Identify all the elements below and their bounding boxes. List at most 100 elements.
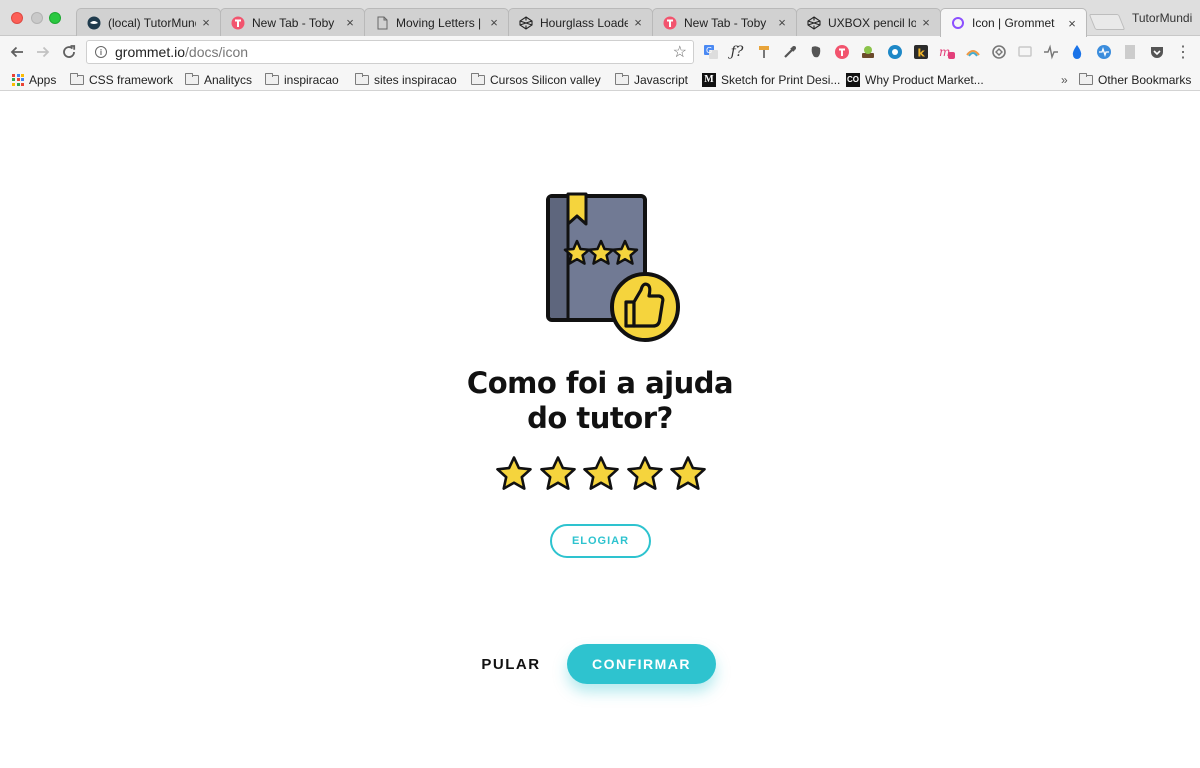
folder-icon [471,72,485,85]
folder-icon [615,72,629,85]
praise-button[interactable]: ELOGIAR [550,524,651,558]
folder-icon [265,72,279,85]
tab-close-icon[interactable]: × [920,15,932,30]
tutormundi-icon [87,16,101,30]
grommet-icon [951,16,965,30]
translate-extension-icon[interactable]: G [702,43,720,61]
bookmark-link[interactable]: M Sketch for Print Desi... [702,71,840,88]
reload-icon[interactable] [59,42,79,62]
rating-star-1[interactable] [495,455,533,493]
url-host: grommet.io [115,44,186,60]
bookmark-folder[interactable]: Cursos Silicon valley [471,71,601,88]
apps-grid-icon [12,73,24,86]
font-extension-icon[interactable]: ƒ? [728,43,746,61]
bookmark-folder[interactable]: sites inspiracao [355,71,457,88]
tab-moving-letters[interactable]: Moving Letters | T × [364,8,509,36]
bookmark-folder[interactable]: CSS framework [70,71,173,88]
folder-icon [185,72,199,85]
title-line-2: do tutor? [527,401,673,435]
document-extension-icon[interactable] [1121,43,1139,61]
tab-close-icon[interactable]: × [1066,16,1078,31]
cast-extension-icon[interactable] [1016,43,1034,61]
bookmark-label: inspiracao [284,72,339,87]
skip-button[interactable]: PULAR [470,654,552,676]
momentum-extension-icon[interactable]: m [938,43,956,61]
tab-close-icon[interactable]: × [344,15,356,30]
tab-title: (local) TutorMundi [108,15,196,30]
tab-toby-2[interactable]: New Tab - Toby × [652,8,797,36]
folder-icon [70,72,84,85]
url-path: /docs/icon [185,44,249,60]
profile-name[interactable]: TutorMundi [1132,11,1192,25]
rating-star-5[interactable] [669,455,707,493]
drop-extension-icon[interactable] [1068,43,1086,61]
k-extension-icon[interactable]: k [912,43,930,61]
tab-close-icon[interactable]: × [776,15,788,30]
tab-tutormundi[interactable]: (local) TutorMundi × [76,8,221,36]
bookmark-folder[interactable]: Javascript [615,71,688,88]
bookmark-label: Apps [29,72,57,87]
window-maximize-button[interactable] [49,12,61,24]
tab-close-icon[interactable]: × [632,15,644,30]
rating-star-4[interactable] [626,455,664,493]
tab-title: Moving Letters | T [396,15,484,30]
folder-icon [355,72,369,85]
codepen-icon [519,15,533,30]
bookmark-star-icon[interactable]: ☆ [673,42,687,62]
window-close-button[interactable] [11,12,23,24]
heartbeat-extension-icon[interactable] [1095,43,1113,61]
toby-icon [663,16,677,30]
site-info-icon[interactable]: i [95,46,107,58]
rating-star-3[interactable] [582,455,620,493]
feedback-question-title: Como foi a ajuda do tutor? [400,366,800,436]
new-tab-button[interactable] [1088,14,1126,30]
browser-toolbar: i grommet.io/docs/icon ☆ G ƒ? k m ⋮ [0,36,1200,68]
forward-arrow-icon[interactable] [33,42,53,62]
tab-hourglass-loader[interactable]: Hourglass Loader × [508,8,653,36]
bookmark-apps[interactable]: Apps [12,71,56,88]
chrome-menu-icon[interactable]: ⋮ [1174,43,1192,61]
bookmark-folder[interactable]: inspiracao [265,71,339,88]
bookmark-label: Sketch for Print Desi... [721,72,841,87]
bookmark-label: CSS framework [89,72,174,87]
tab-toby[interactable]: New Tab - Toby × [220,8,365,36]
plant-extension-icon[interactable] [859,43,877,61]
tab-title: Hourglass Loader [540,15,628,30]
bookmarks-overflow-button[interactable]: » [1061,71,1068,88]
eyedropper-extension-icon[interactable] [781,43,799,61]
bookmark-link[interactable]: CO Why Product Market... [846,71,984,88]
tab-close-icon[interactable]: × [488,15,500,30]
address-bar[interactable]: i grommet.io/docs/icon ☆ [86,40,694,64]
codepen-icon [807,15,821,30]
sync-extension-icon[interactable] [990,43,1008,61]
medium-icon: M [702,72,716,87]
tab-close-icon[interactable]: × [200,15,212,30]
toby-extension-icon[interactable] [833,43,851,61]
confirm-button[interactable]: CONFIRMAR [567,644,716,684]
bookmark-label: Why Product Market... [865,72,984,87]
pulse-extension-icon[interactable] [1042,43,1060,61]
pocket-extension-icon[interactable] [1148,43,1166,61]
rating-star-2[interactable] [539,455,577,493]
tab-grommet-icon[interactable]: Icon | Grommet × [940,8,1087,37]
tab-title: Icon | Grommet [972,16,1055,30]
bookmarks-bar: Apps CSS framework Analitycs inspiracao … [0,68,1200,91]
star-rating[interactable] [495,455,707,493]
tab-title: New Tab - Toby [684,15,767,30]
bookmark-label: Other Bookmarks [1098,72,1192,87]
back-arrow-icon[interactable] [7,42,27,62]
window-minimize-button[interactable] [31,12,43,24]
bookmark-folder[interactable]: Analitycs [185,71,252,88]
globe-extension-icon[interactable] [886,43,904,61]
tab-title: New Tab - Toby [252,15,335,30]
tab-uxbox-pencil[interactable]: UXBOX pencil loa × [796,8,941,36]
rainbow-extension-icon[interactable] [964,43,982,61]
co-icon: CO [846,72,860,87]
bookmark-label: Javascript [634,72,689,87]
toby-icon [231,16,245,30]
evernote-extension-icon[interactable] [807,43,825,61]
bookmark-other-folder[interactable]: Other Bookmarks [1079,71,1191,88]
svg-text:G: G [706,46,712,55]
paint-roller-extension-icon[interactable] [755,43,773,61]
tab-strip: (local) TutorMundi × New Tab - Toby × Mo… [0,0,1200,37]
